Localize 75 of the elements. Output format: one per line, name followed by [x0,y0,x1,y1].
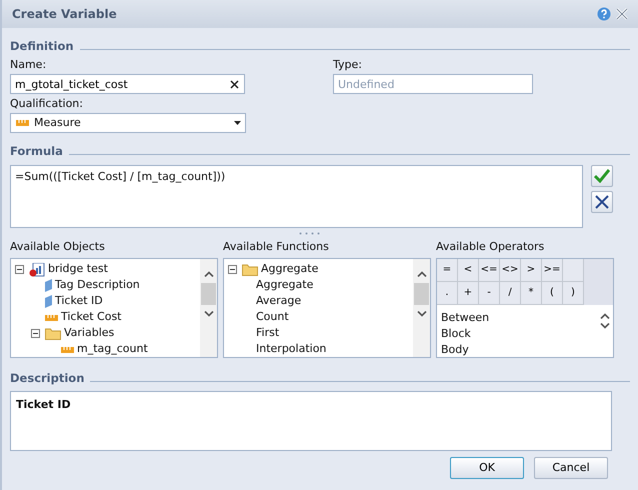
operator-button[interactable]: / [500,282,521,304]
tree-item[interactable]: Aggregate [256,277,314,294]
dimension-icon [45,295,52,308]
expander-icon[interactable] [15,265,24,274]
scroll-thumb[interactable] [414,282,429,304]
scroll-thumb[interactable] [201,282,216,304]
section-heading: Definition [10,38,74,55]
operator-button[interactable]: = [437,258,458,282]
tree-item[interactable]: Interpolation [256,341,326,356]
list-item[interactable]: Block [441,326,471,343]
panel-label: Available Operators [436,240,546,254]
scroll-down-icon[interactable] [204,310,214,316]
scroll-down-icon[interactable] [416,310,426,316]
folder-icon [45,327,61,340]
panel-label: Available Objects [10,240,106,254]
measure-icon [16,120,29,126]
section-heading: Formula [10,143,63,160]
tree-item[interactable]: Variables [64,325,114,342]
checkmark-icon [594,168,610,182]
operator-button[interactable]: - [479,282,500,304]
measure-icon [45,314,58,320]
field-label: Name: [10,58,48,72]
caret-icon [234,121,241,126]
scroll-up-icon[interactable] [600,312,610,318]
scroll-up-icon[interactable] [204,270,214,276]
operator-button[interactable]: > [521,258,542,282]
ok-button[interactable]: OK [450,456,524,479]
operator-button[interactable]: * [521,282,542,304]
help-icon[interactable] [597,7,611,21]
expander-icon[interactable] [31,329,40,338]
tree-item[interactable]: Ticket ID [55,293,103,310]
operator-button[interactable]: <= [479,258,500,282]
section-heading: Description [10,370,84,386]
list-item[interactable]: Between [441,310,490,327]
clear-icon[interactable] [230,80,239,90]
list-item[interactable]: Body [441,342,469,356]
tree-item[interactable]: bridge test [48,261,108,278]
operator-button[interactable]: ( [542,282,563,304]
validate-button[interactable] [591,164,613,186]
operator-button[interactable]: ) [563,282,584,304]
field-label: Type: [333,58,363,72]
measure-icon [61,346,74,352]
scroll-up-icon[interactable] [416,270,426,276]
tree-item[interactable]: Ticket Cost [61,309,122,326]
scrollbar[interactable] [200,258,217,356]
scroll-down-icon[interactable] [600,322,610,328]
expander-icon[interactable] [228,265,237,274]
folder-icon [242,263,258,276]
field-label: Qualification: [10,97,84,112]
tree-item[interactable]: Tag Description [55,277,140,294]
formula-editor[interactable]: =Sum(([Ticket Cost] / [m_tag_count])) [10,164,583,228]
report-icon [29,262,45,276]
dimension-icon [45,279,52,292]
cross-icon [595,194,609,208]
tree-item[interactable]: First [256,325,280,342]
close-icon[interactable] [616,8,628,20]
splitter-handle-icon[interactable] [299,232,321,235]
tree-item[interactable]: m_tag_count [77,341,148,356]
dialog-title: Create Variable [12,6,118,23]
description-field[interactable]: Ticket ID [10,390,612,451]
operator-button[interactable]: >= [542,258,563,282]
tree-item[interactable]: Count [256,309,289,326]
clear-button[interactable] [591,190,613,212]
qualification-dropdown[interactable]: Measure [10,113,246,134]
operator-button[interactable]: + [458,282,479,304]
tree-item[interactable]: Average [256,293,302,310]
operator-button[interactable]: < [458,258,479,282]
tree-item[interactable]: Aggregate [261,261,318,278]
name-field[interactable]: m_gtotal_ticket_cost [10,74,245,94]
operator-button[interactable]: . [437,282,458,304]
scrollbar[interactable] [413,258,430,356]
type-field[interactable]: Undefined [333,74,533,94]
operator-button[interactable]: <> [500,258,521,282]
panel-label: Available Functions [223,240,330,254]
cancel-button[interactable]: Cancel [534,456,608,479]
